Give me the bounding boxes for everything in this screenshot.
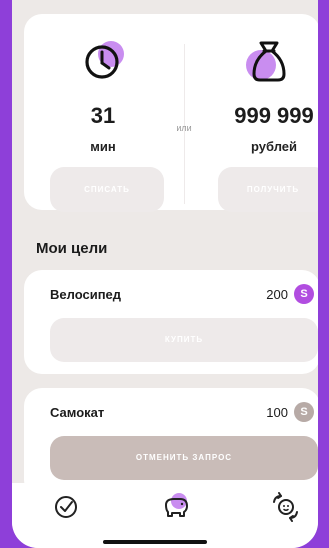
coin-icon: S (294, 402, 314, 422)
goals-title: Мои цели (36, 240, 108, 257)
goal-name: Самокат (50, 405, 105, 420)
money-value: 999 999 (234, 103, 314, 128)
clock-check-icon[interactable] (48, 490, 84, 522)
goal-card: Самокат 100 S ОТМЕНИТЬ ЗАПРОС (24, 388, 318, 498)
child-swap-icon[interactable] (266, 490, 302, 522)
spend-button[interactable]: СПИСАТЬ (50, 167, 164, 212)
exchange-card: 31 мин СПИСАТЬ или 999 999 рублей ПОЛУЧИ… (24, 14, 318, 212)
time-column: 31 мин СПИСАТЬ (24, 14, 172, 212)
time-unit: мин (90, 139, 116, 154)
app-screen: 31 мин СПИСАТЬ или 999 999 рублей ПОЛУЧИ… (12, 0, 318, 548)
money-column: 999 999 рублей ПОЛУЧИТЬ (172, 14, 318, 212)
receive-button[interactable]: ПОЛУЧИТЬ (218, 167, 318, 212)
home-indicator[interactable] (103, 540, 207, 544)
goal-price: 100 (266, 405, 288, 420)
cancel-request-button[interactable]: ОТМЕНИТЬ ЗАПРОС (50, 436, 318, 480)
money-unit: рублей (250, 139, 297, 154)
time-value: 31 (90, 103, 116, 128)
goal-card: Велосипед 200 S КУПИТЬ (24, 270, 318, 374)
bottom-nav (12, 483, 318, 548)
piggy-bank-icon[interactable] (158, 490, 194, 522)
coin-icon: S (294, 284, 314, 304)
goal-price: 200 (266, 287, 288, 302)
money-bag-icon (244, 38, 294, 84)
goal-name: Велосипед (50, 287, 122, 302)
buy-button[interactable]: КУПИТЬ (50, 318, 318, 362)
timer-icon (82, 38, 132, 84)
